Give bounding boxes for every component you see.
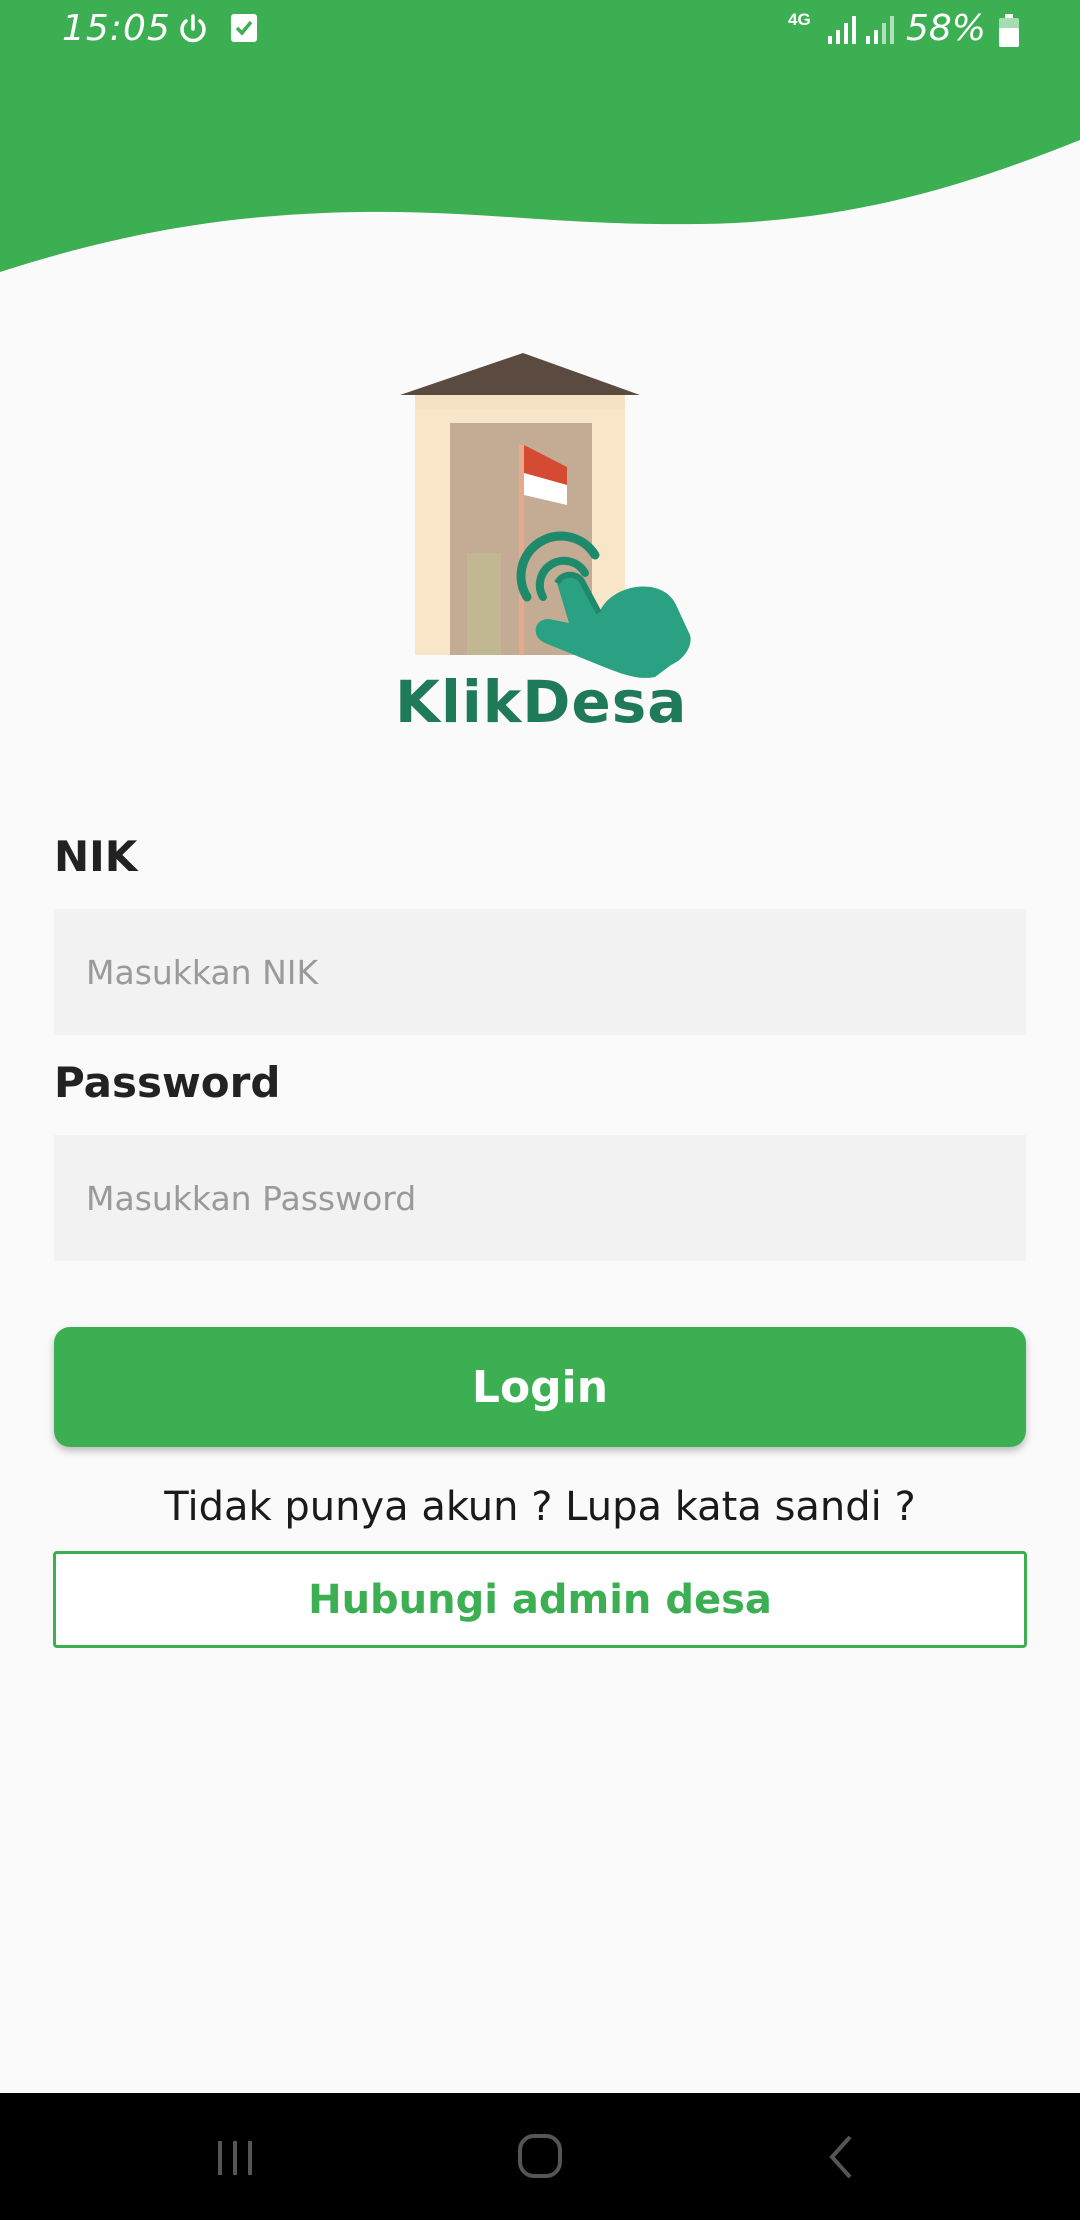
network-4g-icon: 4G [788,10,811,29]
nik-label: NIK [54,832,138,881]
home-icon[interactable] [500,2119,580,2195]
logo-text: KlikDesa [395,668,688,736]
back-icon[interactable] [802,2119,882,2195]
battery-icon [999,14,1019,47]
navigation-bar [0,2093,1080,2220]
power-icon [180,14,206,43]
help-text: Tidak punya akun ? Lupa kata sandi ? [164,1484,916,1530]
login-button[interactable]: Login [54,1327,1026,1447]
contact-admin-button[interactable]: Hubungi admin desa [53,1551,1027,1648]
nik-input[interactable] [54,909,1026,1035]
status-bar: 15:05 4G 58% [0,0,1080,62]
status-time: 15:05 [62,8,171,49]
recents-icon[interactable] [196,2119,276,2195]
password-input[interactable] [54,1135,1026,1261]
battery-percentage: 58% [906,8,987,49]
password-label: Password [54,1058,281,1107]
checkbox-icon [231,14,257,42]
signal-icon [828,16,856,44]
signal-icon [866,16,894,44]
